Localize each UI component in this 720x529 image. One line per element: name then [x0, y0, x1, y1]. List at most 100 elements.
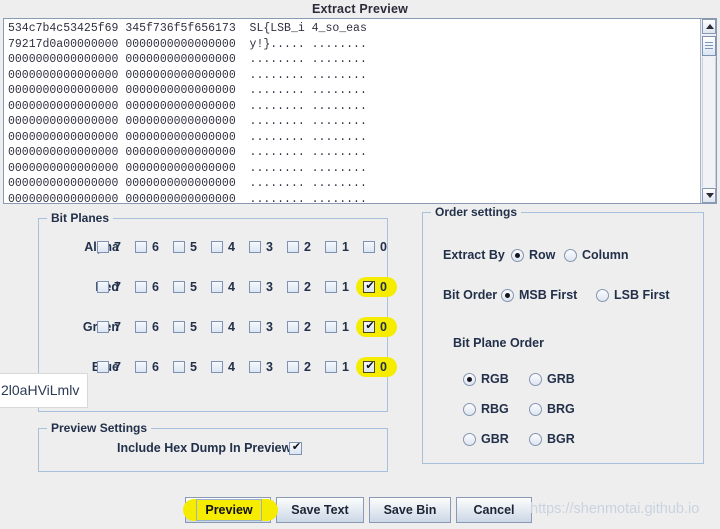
bit-number-label: 6 [152, 360, 159, 374]
radio-bit-order-lsb-label: LSB First [614, 288, 670, 302]
radio-bit-plane-order-rbg[interactable] [463, 403, 476, 416]
bit-plane-cell-green-7[interactable]: 7 [97, 317, 135, 337]
bit-plane-cell-green-4[interactable]: 4 [211, 317, 249, 337]
bit-number-label: 0 [380, 240, 387, 254]
bit-plane-cell-blue-7[interactable]: 7 [97, 357, 135, 377]
checkbox-alpha-bit-5[interactable] [173, 241, 185, 253]
bit-plane-cell-alpha-0[interactable]: 0 [363, 237, 401, 257]
checkbox-green-bit-4[interactable] [211, 321, 223, 333]
checkbox-red-bit-1[interactable] [325, 281, 337, 293]
bit-plane-cell-red-5[interactable]: 5 [173, 277, 211, 297]
checkbox-blue-bit-1[interactable] [325, 361, 337, 373]
bit-plane-cell-blue-2[interactable]: 2 [287, 357, 325, 377]
checkbox-red-bit-2[interactable] [287, 281, 299, 293]
checkbox-alpha-bit-7[interactable] [97, 241, 109, 253]
checkbox-blue-bit-2[interactable] [287, 361, 299, 373]
bit-number-label: 3 [266, 280, 273, 294]
radio-bit-plane-order-grb-label: GRB [547, 372, 575, 386]
scroll-up-button[interactable] [702, 19, 716, 34]
bit-plane-cell-red-2[interactable]: 2 [287, 277, 325, 297]
checkbox-blue-bit-6[interactable] [135, 361, 147, 373]
bit-plane-cell-green-2[interactable]: 2 [287, 317, 325, 337]
bit-plane-cell-alpha-5[interactable]: 5 [173, 237, 211, 257]
bit-plane-row-green: Green76543210 [39, 317, 397, 337]
bit-plane-cell-green-0[interactable]: 0 [356, 317, 401, 337]
radio-bit-plane-order-gbr-label: GBR [481, 432, 509, 446]
bit-plane-row-red: Red76543210 [39, 277, 397, 297]
bit-plane-cell-red-3[interactable]: 3 [249, 277, 287, 297]
hex-dump-line: 0000000000000000 0000000000000000 ......… [8, 161, 367, 175]
cancel-button[interactable]: Cancel [456, 497, 532, 523]
bit-number-label: 0 [380, 320, 387, 334]
bit-plane-cell-alpha-2[interactable]: 2 [287, 237, 325, 257]
hex-dump-line: 0000000000000000 0000000000000000 ......… [8, 146, 367, 159]
bit-plane-cell-blue-3[interactable]: 3 [249, 357, 287, 377]
radio-bit-plane-order-brg[interactable] [529, 403, 542, 416]
preview-vertical-scrollbar[interactable] [700, 19, 716, 203]
checkbox-green-bit-0[interactable] [363, 319, 376, 333]
scrollbar-track[interactable] [702, 57, 716, 187]
bit-plane-cell-blue-5[interactable]: 5 [173, 357, 211, 377]
checkbox-red-bit-7[interactable] [97, 281, 109, 293]
bit-plane-row-alpha: Alpha76543210 [39, 237, 389, 257]
bit-number-label: 5 [190, 280, 197, 294]
checkbox-alpha-bit-3[interactable] [249, 241, 261, 253]
hex-dump-text: 534c7b4c53425f69 345f736f5f656173 SL{LSB… [8, 21, 367, 203]
checkbox-alpha-bit-4[interactable] [211, 241, 223, 253]
radio-bit-plane-order-rgb[interactable] [463, 373, 476, 386]
extract-preview-textarea[interactable]: 534c7b4c53425f69 345f736f5f656173 SL{LSB… [3, 18, 717, 204]
checkbox-alpha-bit-0[interactable] [363, 241, 375, 253]
preview-button-label[interactable]: Preview [196, 499, 262, 521]
radio-extract-by-row[interactable] [511, 249, 524, 262]
checkbox-red-bit-4[interactable] [211, 281, 223, 293]
save-bin-button[interactable]: Save Bin [369, 497, 451, 523]
bit-plane-cell-alpha-3[interactable]: 3 [249, 237, 287, 257]
bit-plane-cell-alpha-1[interactable]: 1 [325, 237, 363, 257]
bit-number-label: 4 [228, 240, 235, 254]
scroll-down-button[interactable] [702, 188, 716, 203]
checkbox-alpha-bit-6[interactable] [135, 241, 147, 253]
checkbox-green-bit-6[interactable] [135, 321, 147, 333]
checkbox-blue-bit-3[interactable] [249, 361, 261, 373]
checkbox-blue-bit-0[interactable] [363, 359, 376, 373]
radio-bit-order-lsb[interactable] [596, 289, 609, 302]
bit-plane-cell-green-5[interactable]: 5 [173, 317, 211, 337]
checkbox-green-bit-7[interactable] [97, 321, 109, 333]
bit-number-label: 6 [152, 240, 159, 254]
radio-extract-by-column[interactable] [564, 249, 577, 262]
checkbox-green-bit-2[interactable] [287, 321, 299, 333]
checkbox-green-bit-1[interactable] [325, 321, 337, 333]
checkbox-red-bit-3[interactable] [249, 281, 261, 293]
checkbox-red-bit-0[interactable] [363, 279, 376, 293]
radio-bit-order-msb[interactable] [501, 289, 514, 302]
bit-plane-cell-blue-0[interactable]: 0 [356, 357, 401, 377]
checkbox-green-bit-3[interactable] [249, 321, 261, 333]
bit-plane-cell-green-6[interactable]: 6 [135, 317, 173, 337]
include-hex-dump-checkbox[interactable] [289, 440, 303, 455]
scrollbar-thumb[interactable] [702, 36, 716, 56]
bit-plane-cell-alpha-6[interactable]: 6 [135, 237, 173, 257]
checkbox-blue-bit-4[interactable] [211, 361, 223, 373]
checkbox-green-bit-5[interactable] [173, 321, 185, 333]
checkbox-alpha-bit-1[interactable] [325, 241, 337, 253]
bit-plane-cell-green-3[interactable]: 3 [249, 317, 287, 337]
bit-plane-cell-red-7[interactable]: 7 [97, 277, 135, 297]
radio-bit-plane-order-grb[interactable] [529, 373, 542, 386]
bit-plane-cell-red-0[interactable]: 0 [356, 277, 401, 297]
checkbox-blue-bit-5[interactable] [173, 361, 185, 373]
checkbox-red-bit-6[interactable] [135, 281, 147, 293]
bit-plane-cell-alpha-7[interactable]: 7 [97, 237, 135, 257]
bit-plane-cell-blue-6[interactable]: 6 [135, 357, 173, 377]
bit-plane-cell-alpha-4[interactable]: 4 [211, 237, 249, 257]
floating-text-chip-label: 2l0aHViLmlv [1, 382, 80, 398]
checkbox-red-bit-5[interactable] [173, 281, 185, 293]
checkbox-alpha-bit-2[interactable] [287, 241, 299, 253]
bit-plane-cell-blue-4[interactable]: 4 [211, 357, 249, 377]
bit-plane-cell-red-6[interactable]: 6 [135, 277, 173, 297]
radio-bit-plane-order-gbr[interactable] [463, 433, 476, 446]
bit-number-label: 1 [342, 360, 349, 374]
bit-plane-cell-red-4[interactable]: 4 [211, 277, 249, 297]
checkbox-blue-bit-7[interactable] [97, 361, 109, 373]
save-text-button[interactable]: Save Text [276, 497, 364, 523]
radio-bit-plane-order-bgr[interactable] [529, 433, 542, 446]
